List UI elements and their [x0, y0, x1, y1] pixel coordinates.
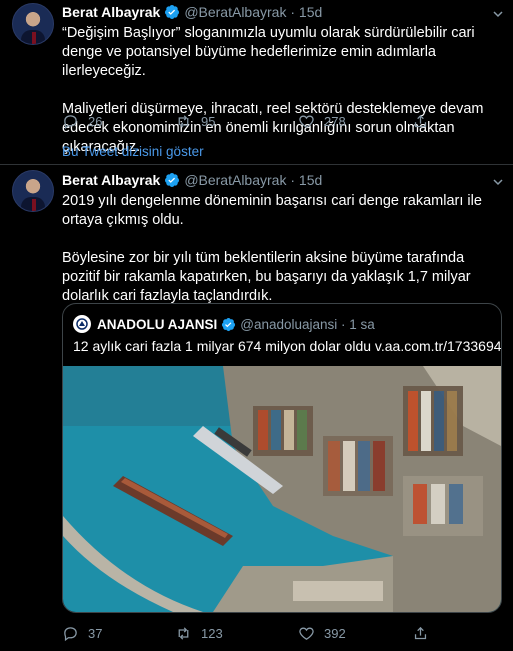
- tweet-header: Berat Albayrak @BeratAlbayrak · 15d: [62, 172, 322, 188]
- author-name[interactable]: Berat Albayrak: [62, 4, 160, 20]
- quoted-author-name[interactable]: ANADOLU AJANSI: [97, 317, 217, 332]
- author-handle[interactable]: @BeratAlbayrak: [184, 4, 286, 20]
- verified-badge-icon: [165, 5, 180, 19]
- like-button[interactable]: 392: [298, 625, 412, 642]
- reply-count: 26: [88, 114, 103, 129]
- retweet-button[interactable]: 123: [175, 625, 289, 642]
- quoted-author-handle[interactable]: @anadoluajansi: [240, 317, 337, 332]
- dot-separator: ·: [286, 4, 299, 20]
- verified-badge-icon: [222, 317, 236, 331]
- tweet-header: Berat Albayrak @BeratAlbayrak · 15d: [62, 4, 322, 20]
- heart-icon: [299, 627, 314, 640]
- reply-icon: [64, 627, 77, 642]
- reply-button[interactable]: 37: [62, 625, 175, 642]
- author-avatar[interactable]: [12, 170, 54, 212]
- dot-separator: ·: [337, 316, 350, 332]
- tweet-paragraph: Böylesine zor bir yılı tüm beklentilerin…: [62, 250, 471, 304]
- anadolu-logo-icon: [73, 315, 91, 333]
- share-icon: [414, 114, 427, 128]
- author-avatar[interactable]: [12, 3, 54, 45]
- tweet-text: “Değişim Başlıyor” sloganımızla uyumlu o…: [62, 24, 498, 157]
- like-button[interactable]: 278: [298, 113, 412, 130]
- reply-button[interactable]: 26: [62, 113, 175, 130]
- retweet-button[interactable]: 95: [175, 113, 289, 130]
- tweet-time[interactable]: 15d: [299, 4, 322, 20]
- tweet-paragraph: “Değişim Başlıyor” sloganımızla uyumlu o…: [62, 25, 475, 79]
- port-photo[interactable]: [63, 366, 501, 612]
- quoted-tweet-header: ANADOLU AJANSI @anadoluajansi · 1 sa: [73, 315, 375, 333]
- tweet-actions: 37 123 392: [62, 625, 492, 642]
- like-count: 278: [324, 114, 346, 129]
- reply-icon: [64, 115, 77, 130]
- tweet-text: 2019 yılı dengelenme döneminin başarısı …: [62, 192, 502, 306]
- tweet-1[interactable]: Berat Albayrak @BeratAlbayrak · 15d “Değ…: [0, 0, 513, 164]
- tweet-2[interactable]: Berat Albayrak @BeratAlbayrak · 15d 2019…: [0, 165, 513, 651]
- retweet-count: 123: [201, 626, 223, 641]
- quoted-tweet-text: 12 aylık cari fazla 1 milyar 674 milyon …: [73, 338, 502, 354]
- author-handle[interactable]: @BeratAlbayrak: [184, 172, 286, 188]
- quoted-tweet[interactable]: ANADOLU AJANSI @anadoluajansi · 1 sa 12 …: [62, 303, 502, 613]
- like-count: 392: [324, 626, 346, 641]
- author-name[interactable]: Berat Albayrak: [62, 172, 160, 188]
- quoted-tweet-time[interactable]: 1 sa: [349, 317, 375, 332]
- share-button[interactable]: [412, 625, 438, 642]
- retweet-count: 95: [201, 114, 216, 129]
- share-button[interactable]: [412, 113, 438, 130]
- tweet-actions: 26 95 278: [62, 113, 492, 130]
- heart-icon: [299, 115, 314, 128]
- retweet-icon: [178, 627, 189, 640]
- tweet-time[interactable]: 15d: [299, 172, 322, 188]
- share-icon: [414, 626, 427, 640]
- retweet-icon: [178, 115, 189, 128]
- port-photo-image: [63, 366, 501, 612]
- verified-badge-icon: [165, 173, 180, 187]
- tweet-paragraph: 2019 yılı dengelenme döneminin başarısı …: [62, 193, 482, 228]
- chevron-down-icon[interactable]: [490, 174, 506, 190]
- dot-separator: ·: [286, 172, 299, 188]
- show-thread-link[interactable]: Bu Tweet dizisini göster: [62, 144, 204, 159]
- reply-count: 37: [88, 626, 103, 641]
- chevron-down-icon[interactable]: [490, 6, 506, 22]
